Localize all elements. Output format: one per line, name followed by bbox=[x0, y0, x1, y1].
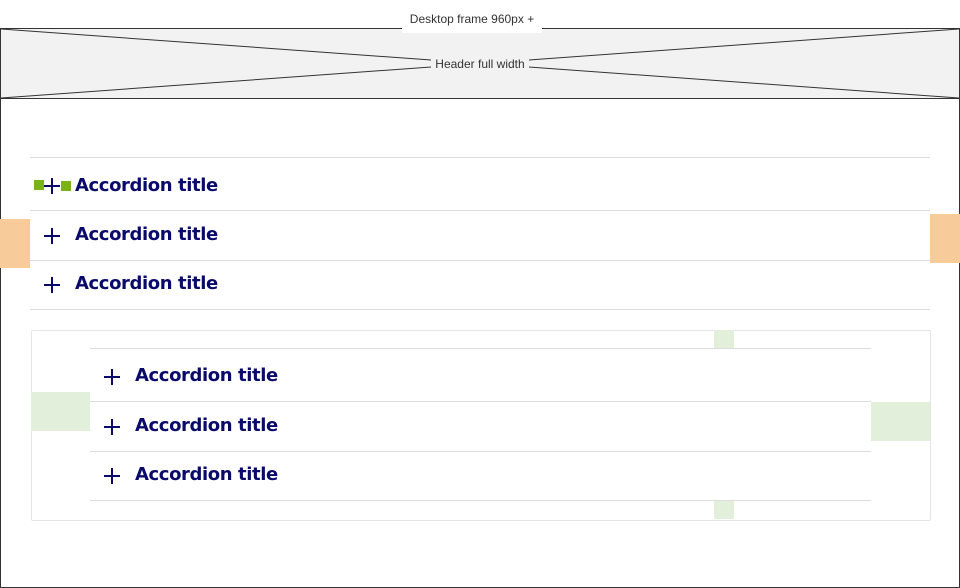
plus-icon[interactable] bbox=[104, 369, 120, 385]
desktop-frame: Header full width Accordion title Accord… bbox=[0, 28, 960, 588]
nested-top-spacing-marker bbox=[714, 330, 734, 349]
accordion-title: Accordion title bbox=[75, 273, 218, 294]
plus-icon[interactable] bbox=[44, 277, 60, 293]
accordion-item[interactable]: Accordion title bbox=[90, 451, 871, 501]
accordion-title: Accordion title bbox=[75, 175, 218, 196]
accordion-title: Accordion title bbox=[135, 365, 278, 386]
plus-icon[interactable] bbox=[104, 468, 120, 484]
plus-icon[interactable] bbox=[44, 228, 60, 244]
nested-left-spacing-marker bbox=[31, 392, 90, 431]
accordion: Accordion title Accordion title Accordio… bbox=[30, 157, 930, 310]
right-margin-marker bbox=[930, 214, 960, 263]
left-margin-marker bbox=[0, 219, 30, 268]
accordion-item[interactable]: Accordion title bbox=[30, 158, 930, 211]
header-label: Header full width bbox=[431, 56, 529, 72]
nested-right-spacing-marker bbox=[871, 402, 930, 441]
plus-icon[interactable] bbox=[104, 419, 120, 435]
spacing-marker-left bbox=[34, 180, 44, 190]
accordion-item[interactable]: Accordion title bbox=[30, 260, 930, 310]
accordion-title: Accordion title bbox=[75, 224, 218, 245]
plus-icon[interactable] bbox=[44, 178, 60, 194]
accordion-title: Accordion title bbox=[135, 415, 278, 436]
nested-accordion: Accordion title Accordion title Accordio… bbox=[90, 348, 871, 501]
accordion-item[interactable]: Accordion title bbox=[30, 211, 930, 261]
accordion-item[interactable]: Accordion title bbox=[90, 349, 871, 402]
accordion-item[interactable]: Accordion title bbox=[90, 402, 871, 452]
accordion-title: Accordion title bbox=[135, 464, 278, 485]
nested-bottom-spacing-marker bbox=[714, 500, 734, 519]
header-placeholder: Header full width bbox=[1, 29, 959, 99]
frame-label: Desktop frame 960px + bbox=[402, 9, 542, 33]
spacing-marker-right bbox=[61, 181, 71, 191]
